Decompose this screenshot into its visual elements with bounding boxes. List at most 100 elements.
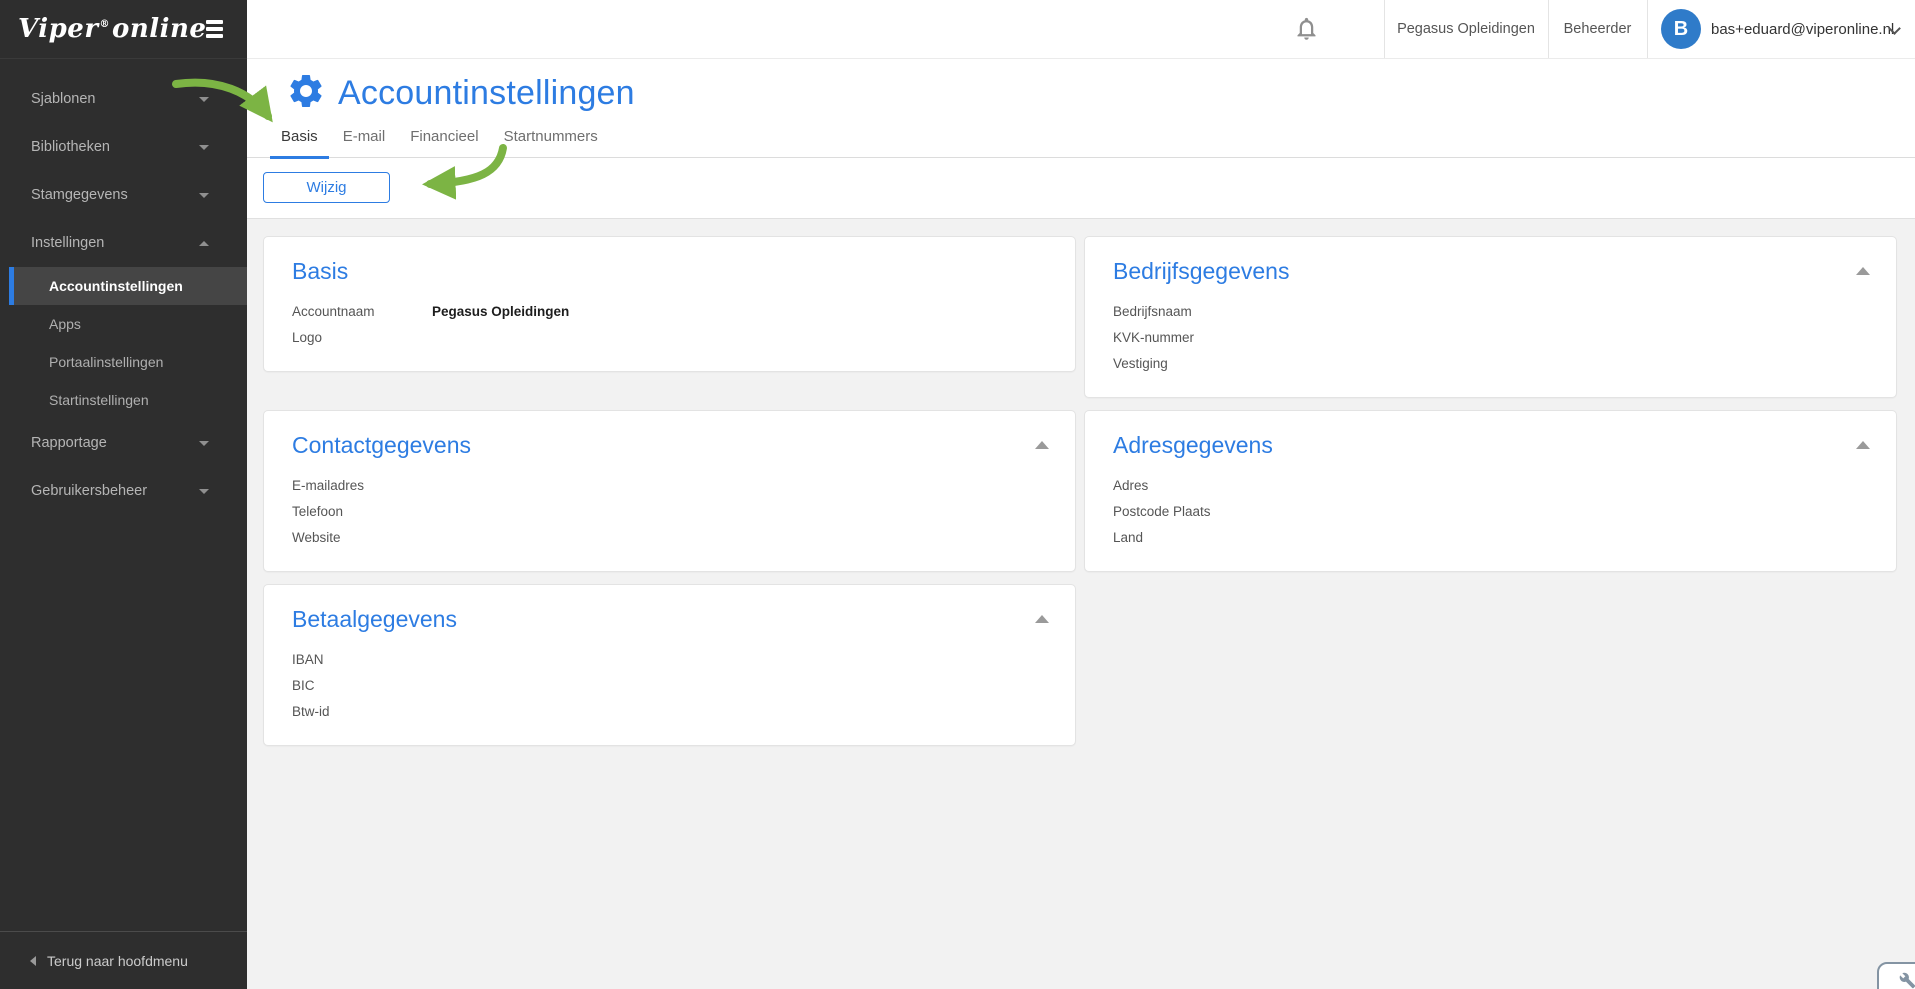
field-label: Bedrijfsnaam: [1113, 299, 1253, 325]
field-row: Btw-id: [292, 699, 1047, 725]
brand-logo-suffix: online: [112, 14, 206, 44]
field-row: IBAN: [292, 647, 1047, 673]
sidebar-subitem-label: Portaalinstellingen: [49, 354, 163, 370]
field-row: Land: [1113, 525, 1868, 551]
collapse-up-icon[interactable]: [1856, 267, 1870, 275]
field-value: Pegasus Opleidingen: [432, 299, 569, 325]
chevron-down-icon: [199, 145, 209, 150]
user-avatar[interactable]: B: [1661, 9, 1701, 49]
settings-gear-icon: [286, 71, 326, 116]
sidebar-subitem-label: Startinstellingen: [49, 392, 149, 408]
sidebar-item-portaalinstellingen[interactable]: Portaalinstellingen: [0, 343, 247, 381]
cards-grid: Basis Accountnaam Pegasus Opleidingen Lo…: [247, 219, 1915, 746]
sidebar-item-instellingen[interactable]: Instellingen: [0, 219, 247, 267]
menu-icon[interactable]: [206, 20, 223, 38]
field-label: Website: [292, 525, 432, 551]
field-row: BIC: [292, 673, 1047, 699]
sidebar-item-label: Rapportage: [31, 435, 107, 451]
field-label: Vestiging: [1113, 351, 1253, 377]
tab-financieel[interactable]: Financieel: [399, 124, 489, 159]
sidebar-nav: Sjablonen Bibliotheken Stamgegevens Inst…: [0, 59, 247, 515]
brand-logo-name: Viper: [18, 14, 99, 44]
field-row: Accountnaam Pegasus Opleidingen: [292, 299, 1047, 325]
field-label: KVK-nummer: [1113, 325, 1253, 351]
floating-tool-button[interactable]: [1877, 962, 1915, 989]
card-bedrijfsgegevens: Bedrijfsgegevens Bedrijfsnaam KVK-nummer…: [1084, 236, 1897, 398]
card-title: Betaalgegevens: [292, 605, 1047, 633]
sidebar-item-label: Stamgegevens: [31, 187, 128, 203]
card-adresgegevens: Adresgegevens Adres Postcode Plaats Land: [1084, 410, 1897, 572]
sidebar-item-label: Instellingen: [31, 235, 104, 251]
sidebar-item-stamgegevens[interactable]: Stamgegevens: [0, 171, 247, 219]
topbar-role: Beheerder: [1548, 0, 1647, 58]
field-label: Land: [1113, 525, 1253, 551]
field-row: Telefoon: [292, 499, 1047, 525]
field-row: Logo: [292, 325, 1047, 351]
field-label: Telefoon: [292, 499, 432, 525]
collapse-up-icon[interactable]: [1856, 441, 1870, 449]
registered-mark: ®: [100, 19, 111, 30]
back-to-main-menu-link[interactable]: Terug naar hoofdmenu: [0, 931, 247, 989]
field-row: Bedrijfsnaam: [1113, 299, 1868, 325]
tab-email[interactable]: E-mail: [332, 124, 397, 159]
main-content: Accountinstellingen Basis E-mail Financi…: [247, 59, 1915, 989]
sidebar-item-sjablonen[interactable]: Sjablonen: [0, 75, 247, 123]
user-email[interactable]: bas+eduard@viperonline.nl: [1711, 0, 1894, 58]
card-betaalgegevens: Betaalgegevens IBAN BIC Btw-id: [263, 584, 1076, 746]
sidebar-item-label: Sjablonen: [31, 91, 96, 107]
field-row: E-mailadres: [292, 473, 1047, 499]
topbar: Pegasus Opleidingen Beheerder B bas+edua…: [247, 0, 1915, 59]
card-contactgegevens: Contactgegevens E-mailadres Telefoon Web…: [263, 410, 1076, 572]
chevron-left-icon: [30, 956, 36, 966]
field-label: BIC: [292, 673, 432, 699]
field-label: E-mailadres: [292, 473, 432, 499]
card-title: Contactgegevens: [292, 431, 1047, 459]
sidebar-item-apps[interactable]: Apps: [0, 305, 247, 343]
notifications-bell-icon[interactable]: [1293, 15, 1320, 47]
page-title: Accountinstellingen: [338, 74, 635, 113]
field-row: Adres: [1113, 473, 1868, 499]
sidebar-item-bibliotheken[interactable]: Bibliotheken: [0, 123, 247, 171]
field-label: Btw-id: [292, 699, 432, 725]
card-title: Adresgegevens: [1113, 431, 1868, 459]
card-title: Bedrijfsgegevens: [1113, 257, 1868, 285]
brand-logo[interactable]: Viper®online: [18, 14, 206, 44]
tabs: Basis E-mail Financieel Startnummers: [247, 124, 1915, 158]
chevron-down-icon: [199, 97, 209, 102]
chevron-up-icon: [199, 241, 209, 246]
collapse-up-icon[interactable]: [1035, 441, 1049, 449]
sidebar-item-gebruikersbeheer[interactable]: Gebruikersbeheer: [0, 467, 247, 515]
sidebar-subitem-label: Accountinstellingen: [49, 278, 183, 294]
sidebar-item-accountinstellingen[interactable]: Accountinstellingen: [9, 267, 247, 305]
wijzig-button[interactable]: Wijzig: [263, 172, 390, 203]
chevron-down-icon: [199, 489, 209, 494]
tab-startnummers[interactable]: Startnummers: [493, 124, 609, 159]
field-label: Accountnaam: [292, 299, 432, 325]
sidebar-item-rapportage[interactable]: Rapportage: [0, 419, 247, 467]
sidebar-item-startinstellingen[interactable]: Startinstellingen: [0, 381, 247, 419]
chevron-down-icon: [199, 193, 209, 198]
card-title: Basis: [292, 257, 1047, 285]
sidebar-item-label: Gebruikersbeheer: [31, 483, 147, 499]
wrench-icon: [1899, 976, 1915, 989]
sidebar-subitem-label: Apps: [49, 316, 81, 332]
topbar-company-name: Pegasus Opleidingen: [1384, 0, 1548, 58]
card-basis: Basis Accountnaam Pegasus Opleidingen Lo…: [263, 236, 1076, 372]
back-to-main-menu-label: Terug naar hoofdmenu: [47, 953, 188, 969]
field-label: Logo: [292, 325, 432, 351]
field-row: KVK-nummer: [1113, 325, 1868, 351]
field-label: Postcode Plaats: [1113, 499, 1253, 525]
field-label: IBAN: [292, 647, 432, 673]
sidebar-item-label: Bibliotheken: [31, 139, 110, 155]
collapse-up-icon[interactable]: [1035, 615, 1049, 623]
field-label: Adres: [1113, 473, 1253, 499]
sidebar-header: Viper®online: [0, 0, 247, 59]
sidebar: Viper®online Sjablonen Bibliotheken Stam…: [0, 0, 247, 989]
field-row: Website: [292, 525, 1047, 551]
tab-basis[interactable]: Basis: [270, 124, 329, 159]
topbar-divider: [1647, 0, 1648, 58]
page-header: Accountinstellingen Basis E-mail Financi…: [247, 59, 1915, 219]
field-row: Vestiging: [1113, 351, 1868, 377]
field-row: Postcode Plaats: [1113, 499, 1868, 525]
chevron-down-icon: [199, 441, 209, 446]
